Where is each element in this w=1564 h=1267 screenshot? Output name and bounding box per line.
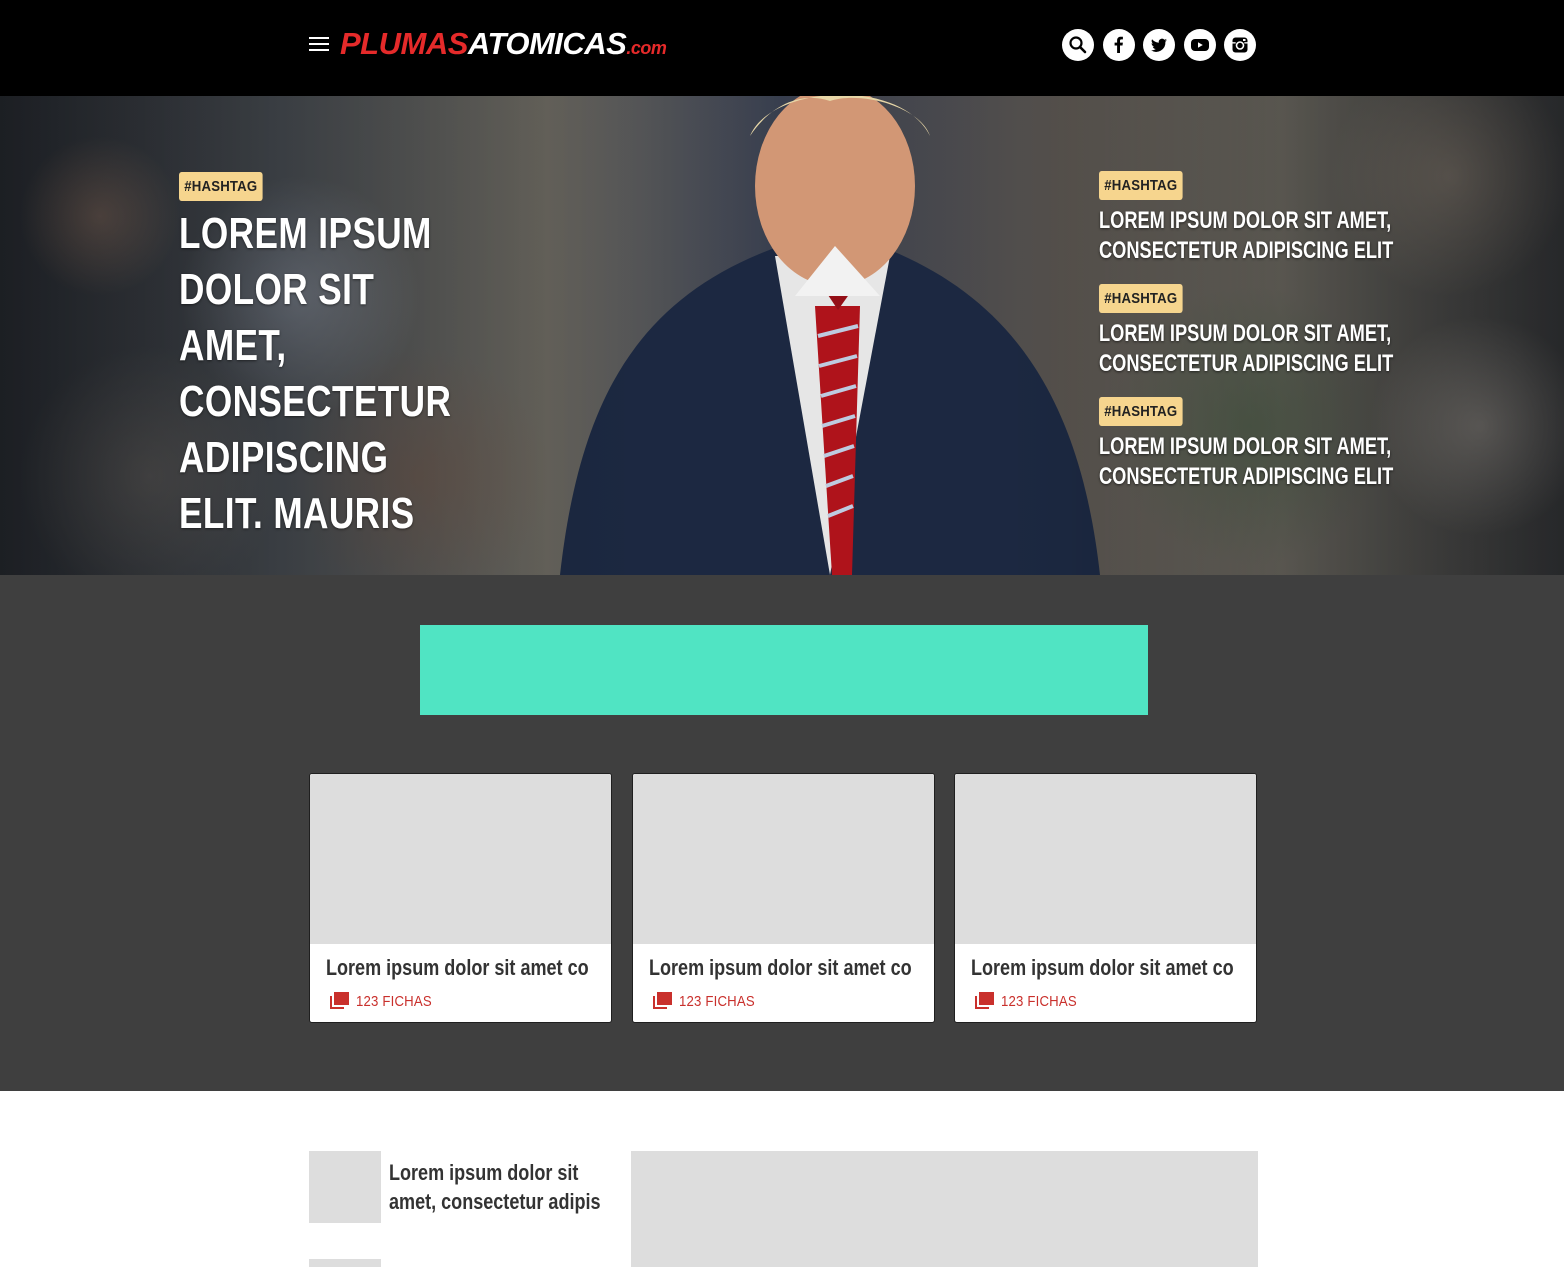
search-icon[interactable] (1062, 29, 1094, 61)
collection-icon (330, 992, 349, 1009)
card-meta: 123 FICHAS (651, 990, 765, 1012)
hero-side-headline[interactable]: LOREM IPSUM DOLOR SIT AMET, CONSECTETUR … (1099, 319, 1418, 379)
card-meta: 123 FICHAS (973, 990, 1087, 1012)
article-card[interactable]: Lorem ipsum dolor sit amet co 123 FICHAS (954, 773, 1257, 1023)
hero-main-tag[interactable]: #HASHTAG (179, 172, 263, 201)
hero-side-tag[interactable]: #HASHTAG (1099, 284, 1183, 313)
facebook-icon[interactable] (1103, 29, 1135, 61)
ad-banner[interactable] (420, 625, 1148, 715)
article-card[interactable]: Lorem ipsum dolor sit amet co 123 FICHAS (309, 773, 612, 1023)
list-item-thumbnail[interactable] (309, 1151, 381, 1223)
hamburger-menu-icon[interactable] (309, 36, 329, 52)
collection-icon (653, 992, 672, 1009)
list-item-thumbnail[interactable] (309, 1259, 381, 1267)
hero-main-headline[interactable]: LOREM IPSUM DOLOR SIT AMET, CONSECTETUR … (179, 206, 467, 542)
card-title: Lorem ipsum dolor sit amet co (326, 955, 589, 980)
featured-media-placeholder[interactable] (631, 1151, 1258, 1267)
hero-side-tag[interactable]: #HASHTAG (1099, 171, 1183, 200)
hero-side-tag[interactable]: #HASHTAG (1099, 397, 1183, 426)
twitter-icon[interactable] (1143, 29, 1175, 61)
card-meta-count: 123 FICHAS (679, 992, 755, 1010)
hero-side-headline[interactable]: LOREM IPSUM DOLOR SIT AMET, CONSECTETUR … (1099, 432, 1418, 492)
list-item-title[interactable]: Lorem ipsum dolor sit amet, consectetur … (389, 1158, 602, 1216)
card-meta-count: 123 FICHAS (356, 992, 432, 1010)
card-thumbnail (955, 774, 1256, 944)
youtube-icon[interactable] (1184, 29, 1216, 61)
top-navbar: PLUMASATOMICAS.com (0, 0, 1564, 96)
card-thumbnail (310, 774, 611, 944)
collection-icon (975, 992, 994, 1009)
article-card[interactable]: Lorem ipsum dolor sit amet co 123 FICHAS (632, 773, 935, 1023)
card-meta-count: 123 FICHAS (1001, 992, 1077, 1010)
site-logo[interactable]: PLUMASATOMICAS.com (340, 20, 667, 68)
card-meta: 123 FICHAS (328, 990, 442, 1012)
instagram-icon[interactable] (1224, 29, 1256, 61)
card-title: Lorem ipsum dolor sit amet co (971, 955, 1234, 980)
card-thumbnail (633, 774, 934, 944)
card-title: Lorem ipsum dolor sit amet co (649, 955, 912, 980)
hero-side-headline[interactable]: LOREM IPSUM DOLOR SIT AMET, CONSECTETUR … (1099, 206, 1418, 266)
